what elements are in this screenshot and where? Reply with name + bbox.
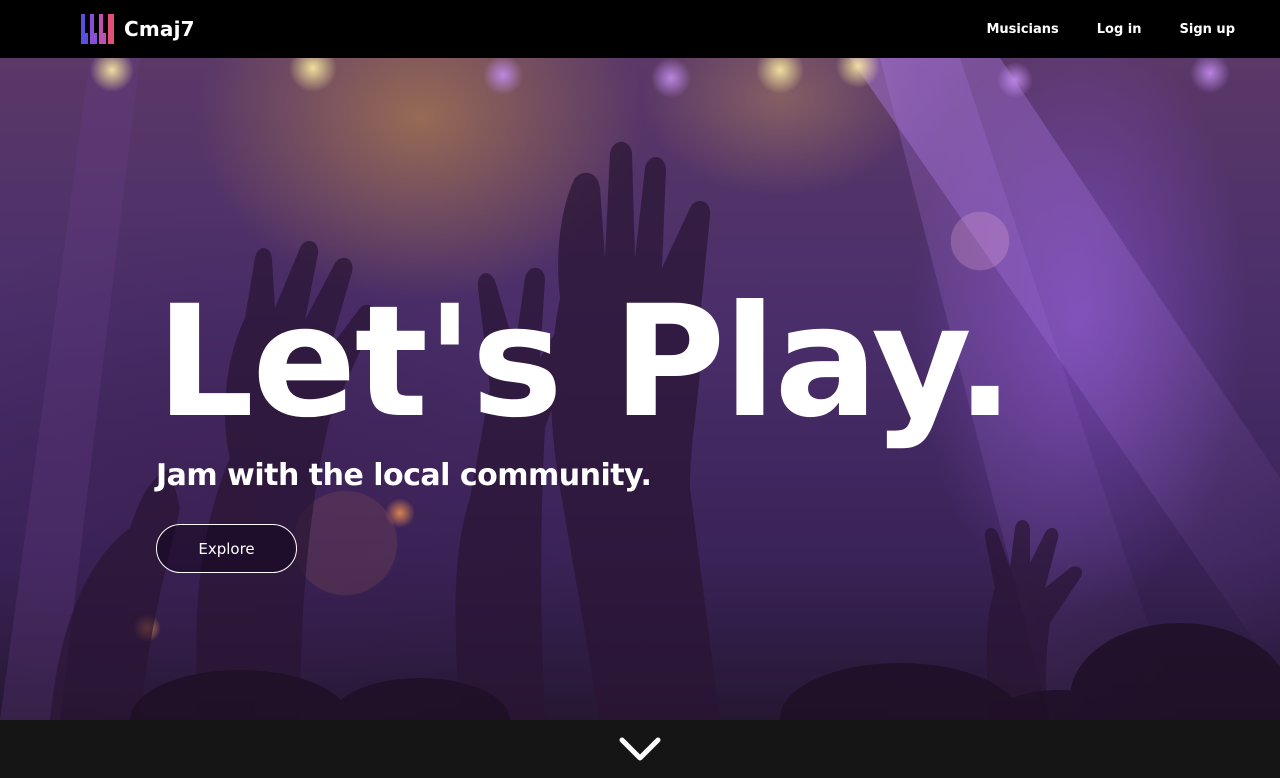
- nav-link-log-in[interactable]: Log in: [1097, 22, 1142, 37]
- chevron-down-icon[interactable]: [619, 735, 661, 763]
- brand-name: Cmaj7: [124, 17, 195, 41]
- hero-subheadline: Jam with the local community.: [156, 458, 652, 493]
- explore-button[interactable]: Explore: [156, 524, 297, 573]
- hero-headline: Let's Play.: [156, 273, 1014, 452]
- hero-section: Let's Play. Jam with the local community…: [0, 58, 1280, 720]
- main-nav: Musicians Log in Sign up: [986, 0, 1235, 58]
- top-navbar: Cmaj7 Musicians Log in Sign up: [0, 0, 1280, 58]
- bottom-bar: [0, 720, 1280, 778]
- brand-home-link[interactable]: Cmaj7: [80, 13, 195, 45]
- piano-keys-icon: [81, 14, 114, 44]
- hero-content: Let's Play. Jam with the local community…: [156, 273, 1014, 573]
- nav-link-sign-up[interactable]: Sign up: [1180, 22, 1235, 37]
- nav-link-musicians[interactable]: Musicians: [986, 22, 1058, 37]
